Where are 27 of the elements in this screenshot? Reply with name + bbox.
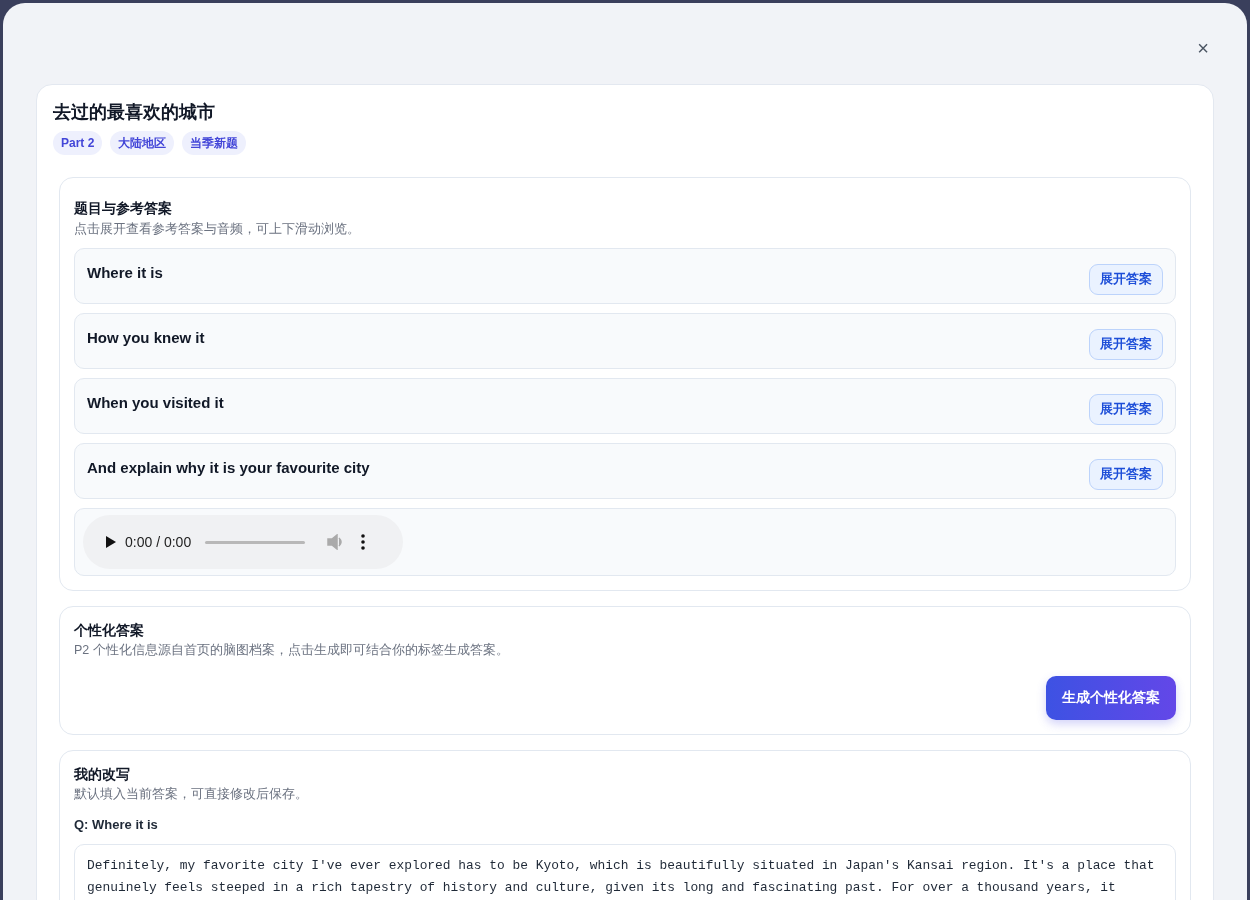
section-heading: 题目与参考答案 [74, 199, 173, 218]
more-icon[interactable] [361, 534, 366, 550]
question-text: Where it is [87, 263, 163, 281]
section-hint: P2 个性化信息源自首页的脑图档案，点击生成即可结合你的标签生成答案。 [74, 642, 510, 659]
audio-time: 0:00 / 0:00 [125, 534, 192, 550]
expand-button[interactable]: 展开答案 [1089, 328, 1163, 360]
question-label: Q: Where it is [74, 817, 159, 832]
close-button[interactable]: × [1191, 36, 1215, 60]
expand-button[interactable]: 展开答案 [1089, 458, 1163, 490]
generate-button[interactable]: 生成个性化答案 [1046, 676, 1176, 720]
tag: 大陆地区 [110, 131, 175, 155]
question-text: And explain why it is your favourite city [87, 458, 370, 476]
expand-button[interactable]: 展开答案 [1089, 263, 1163, 295]
card-title: 去过的最喜欢的城市 [53, 101, 216, 124]
section-hint: 点击展开查看参考答案与音频，可上下滑动浏览。 [74, 221, 361, 238]
tag: Part 2 [53, 131, 103, 155]
play-icon[interactable] [103, 535, 117, 549]
tag: 当季新题 [182, 131, 247, 155]
audio-player[interactable]: 0:00 / 0:00 [83, 515, 403, 569]
section-heading: 我的改写 [74, 765, 131, 783]
expand-button[interactable]: 展开答案 [1089, 393, 1163, 425]
section-heading: 个性化答案 [74, 621, 145, 639]
question-text: When you visited it [87, 393, 224, 411]
progress-track[interactable] [205, 540, 306, 544]
question-text: How you knew it [87, 328, 205, 346]
answer-field[interactable]: Definitely, my favorite city I've ever explored has to be Kyoto, which is beautifully situated in Japan's Kansai region. It's a place that genuinely feels steeped in a rich tapestry of history and culture, given its long and fascinating past. For over a thousand years, it [74, 844, 1176, 900]
section-hint: 默认填入当前答案，可直接修改后保存。 [74, 786, 309, 803]
